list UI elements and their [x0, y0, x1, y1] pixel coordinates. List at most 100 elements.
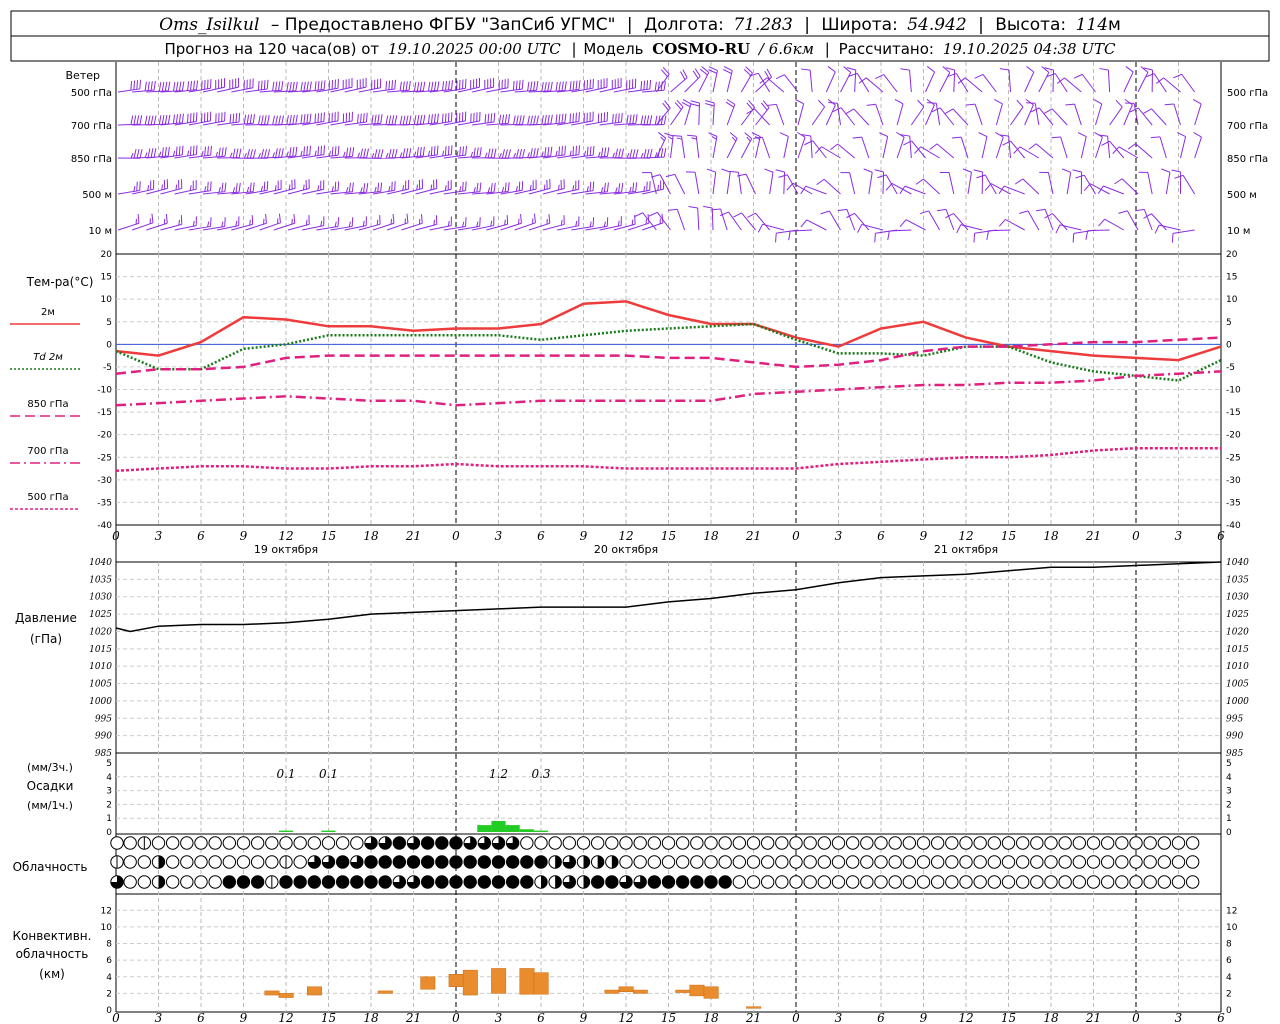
cloud-cover-icon	[1129, 836, 1143, 850]
model-name: COSMO-RU	[652, 40, 750, 58]
wind-barb	[188, 217, 212, 231]
cloud-cover-icon	[916, 836, 931, 850]
wind-barb	[443, 111, 467, 126]
wind-barb	[429, 145, 453, 159]
wind-barb	[259, 179, 282, 195]
time-tick-bottom: 15	[321, 1011, 336, 1024]
wind-barb	[217, 216, 240, 231]
wind-barb	[330, 78, 353, 93]
wind-barb	[1173, 73, 1196, 93]
cloud-cover-icon	[845, 836, 860, 850]
time-tick-top: 9	[920, 529, 928, 543]
cloud-title: Облачность	[13, 860, 88, 874]
precip-3h-total: 0.3	[531, 767, 550, 781]
station-name: Oms_Isilkul	[159, 15, 259, 35]
time-tick-top: 6	[537, 529, 545, 543]
cloud-cover-icon	[1044, 836, 1058, 850]
cloud-cover-icon	[845, 875, 860, 889]
wind-barb	[627, 79, 652, 93]
wind-barb	[585, 182, 609, 195]
wind-barb	[514, 179, 537, 195]
time-tick-bottom: 6	[537, 1011, 545, 1024]
cloud-cover-icon	[916, 855, 931, 869]
wind-barb	[231, 78, 254, 93]
temp-ytick-left: -10	[97, 386, 112, 396]
cloud-cover-icon	[123, 836, 137, 850]
wind-barb	[1145, 73, 1167, 93]
wind-barb	[858, 77, 884, 93]
wind-barb	[845, 108, 870, 126]
precip-bar	[278, 830, 294, 832]
press-ytick-right: 985	[1226, 749, 1243, 759]
cloud-cover-icon	[888, 875, 902, 889]
conv-ytick-left: 12	[101, 906, 112, 916]
cloud-cover-icon	[378, 875, 392, 889]
cloud-cover-icon	[675, 855, 690, 869]
wind-barb	[1073, 73, 1096, 93]
cloud-cover-icon	[1115, 855, 1129, 869]
cloud-cover-icon	[959, 875, 973, 889]
cloud-cover-icon	[576, 875, 591, 889]
wind-barb	[302, 145, 325, 159]
cloud-cover-icon	[576, 836, 591, 850]
cloud-cover-icon	[165, 855, 180, 869]
wind-barb	[999, 68, 1011, 93]
conv-cloud-bar	[448, 974, 464, 987]
precip-unit-3h: (мм/3ч.)	[27, 761, 73, 774]
wind-barb	[245, 79, 269, 93]
cloud-cover-icon	[194, 855, 208, 869]
meteogram-svg: Oms_Isilkul – Предоставлено ФГБУ "ЗапСиб…	[10, 10, 1270, 1024]
cloud-cover-icon	[619, 875, 633, 889]
wind-barb	[217, 112, 241, 126]
precip-bar	[491, 820, 506, 832]
cloud-cover-icon	[661, 875, 676, 889]
wind-barb	[874, 229, 898, 243]
cloud-cover-icon	[1072, 836, 1087, 850]
cloud-cover-icon	[236, 855, 251, 869]
provider-text: – Предоставлено ФГБУ "ЗапСиб УГМС"	[271, 15, 616, 35]
wind-barb	[287, 215, 310, 231]
time-tick-bottom: 6	[197, 1011, 205, 1024]
conv-cloud-bar	[632, 989, 648, 994]
wind-barb	[259, 213, 281, 231]
wind-barb	[1065, 103, 1082, 126]
cloud-cover-icon	[1044, 855, 1058, 869]
wind-barb	[690, 100, 700, 126]
wind-barb	[1077, 132, 1087, 159]
wind-barb	[944, 108, 969, 126]
alt-unit: м	[1108, 15, 1121, 35]
wind-barb	[852, 136, 870, 159]
wind-barb	[1171, 229, 1195, 243]
cloud-cover-icon	[392, 875, 407, 889]
cloud-cover-icon	[1086, 836, 1101, 850]
cloud-cover-icon	[123, 875, 137, 889]
conv-cloud-bar	[746, 1006, 762, 1009]
cloud-cover-icon	[945, 855, 959, 869]
cloud-cover-icon	[1015, 875, 1030, 889]
wind-barb	[1072, 169, 1083, 195]
wind-barb	[711, 208, 728, 231]
wind-barb	[344, 216, 367, 231]
cloud-cover-icon	[110, 875, 124, 889]
press-ytick-right: 1025	[1226, 610, 1249, 620]
cloud-cover-icon	[1058, 875, 1072, 889]
wind-barb	[894, 99, 904, 126]
wind-barb	[571, 181, 595, 195]
cloud-cover-icon	[321, 875, 336, 889]
wind-barb	[188, 181, 212, 195]
precip-ytick-left: 3	[106, 787, 112, 797]
wind-barb	[846, 212, 870, 231]
forecast-text: Прогноз на 120 часа(ов) от	[165, 40, 380, 58]
cloud-cover-icon	[817, 875, 832, 889]
cloud-cover-icon	[789, 836, 803, 850]
wind-barb	[796, 131, 806, 159]
temp-legend-label: 500 гПа	[27, 492, 68, 503]
press-ytick-left: 1030	[89, 593, 112, 603]
wind-barb	[775, 74, 799, 93]
press-ytick-left: 1035	[89, 575, 112, 585]
wind-barb	[978, 132, 988, 159]
cloud-cover-icon	[350, 855, 364, 869]
precip-ytick-right: 5	[1226, 759, 1232, 769]
cloud-cover-icon	[534, 836, 548, 850]
time-tick-bottom: 18	[1043, 1011, 1059, 1024]
